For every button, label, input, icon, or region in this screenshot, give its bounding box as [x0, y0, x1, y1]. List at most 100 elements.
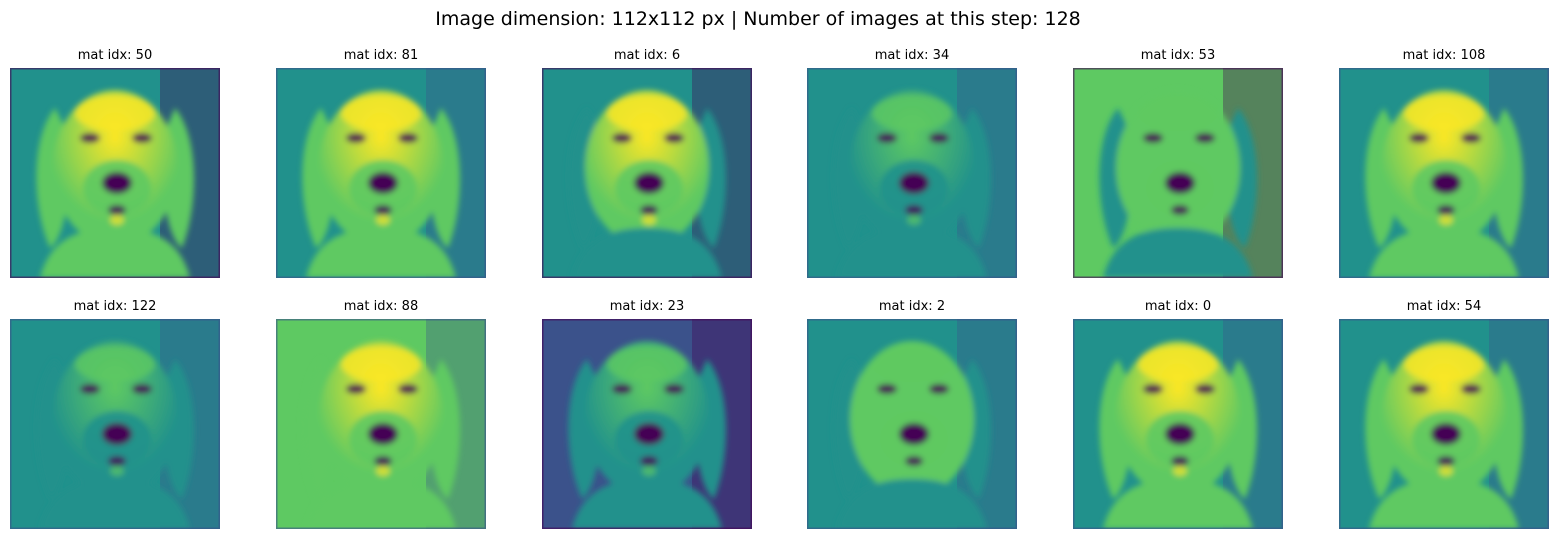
right-eye	[1195, 133, 1215, 143]
nose	[1431, 172, 1461, 194]
mouth	[374, 205, 392, 215]
nose	[1165, 423, 1195, 445]
feature-map-panel: mat idx: 88	[276, 299, 486, 529]
right-eye	[132, 384, 152, 394]
right-eye	[664, 133, 684, 143]
left-eye	[80, 133, 100, 143]
tongue	[110, 466, 124, 476]
feature-map-image	[542, 319, 752, 529]
left-eye	[346, 133, 366, 143]
left-eye	[346, 384, 366, 394]
nose	[1165, 172, 1195, 194]
tongue	[1439, 466, 1453, 476]
panel-label: mat idx: 122	[73, 299, 157, 314]
forehead	[1138, 95, 1218, 131]
right-eye	[1461, 384, 1481, 394]
panel-label: mat idx: 34	[874, 48, 950, 63]
nose	[368, 423, 398, 445]
feature-map-panel: mat idx: 34	[807, 48, 1017, 278]
feature-map-image	[542, 68, 752, 278]
tongue	[1439, 215, 1453, 225]
panel-label: mat idx: 53	[1140, 48, 1216, 63]
feature-map-panel: mat idx: 0	[1073, 299, 1283, 529]
right-eye	[929, 384, 949, 394]
tongue	[1173, 466, 1187, 476]
right-eye	[929, 133, 949, 143]
feature-map-panel: mat idx: 2	[807, 299, 1017, 529]
tongue	[907, 215, 921, 225]
mouth	[108, 205, 126, 215]
figure-title: Image dimension: 112x112 px | Number of …	[435, 8, 1081, 30]
tongue	[642, 215, 656, 225]
nose	[634, 172, 664, 194]
right-eye	[398, 384, 418, 394]
feature-map-panel: mat idx: 122	[10, 299, 220, 529]
feature-map-panel: mat idx: 108	[1339, 48, 1549, 278]
panel-label: mat idx: 6	[613, 48, 681, 63]
right-eye	[1461, 133, 1481, 143]
feature-map-image	[1073, 68, 1283, 278]
forehead	[872, 95, 952, 131]
panel-label: mat idx: 50	[77, 48, 153, 63]
panel-label: mat idx: 0	[1144, 299, 1212, 314]
left-eye	[1409, 384, 1429, 394]
forehead	[1404, 95, 1484, 131]
mouth	[1171, 205, 1189, 215]
nose	[899, 423, 929, 445]
feature-map-image	[1073, 319, 1283, 529]
nose	[634, 423, 664, 445]
left-eye	[1409, 133, 1429, 143]
nose	[102, 172, 132, 194]
forehead	[1404, 346, 1484, 382]
nose	[1431, 423, 1461, 445]
left-eye	[80, 384, 100, 394]
mouth	[374, 456, 392, 466]
mouth	[1437, 205, 1455, 215]
feature-map-image	[807, 68, 1017, 278]
mouth	[905, 456, 923, 466]
mouth	[640, 456, 658, 466]
tongue	[376, 215, 390, 225]
panel-label: mat idx: 81	[343, 48, 419, 63]
feature-map-image	[10, 68, 220, 278]
mouth	[640, 205, 658, 215]
mouth	[905, 205, 923, 215]
feature-map-image	[1339, 319, 1549, 529]
feature-map-panel: mat idx: 50	[10, 48, 220, 278]
forehead	[607, 346, 687, 382]
forehead	[607, 95, 687, 131]
right-eye	[664, 384, 684, 394]
feature-map-image	[1339, 68, 1549, 278]
feature-map-panel: mat idx: 23	[542, 299, 752, 529]
feature-map-image	[807, 319, 1017, 529]
tongue	[907, 466, 921, 476]
left-eye	[612, 133, 632, 143]
tongue	[642, 466, 656, 476]
feature-map-panel: mat idx: 53	[1073, 48, 1283, 278]
feature-map-image	[276, 319, 486, 529]
right-eye	[398, 133, 418, 143]
right-eye	[132, 133, 152, 143]
left-eye	[877, 133, 897, 143]
left-eye	[877, 384, 897, 394]
panel-label: mat idx: 2	[878, 299, 946, 314]
forehead	[1138, 346, 1218, 382]
feature-map-panel: mat idx: 6	[542, 48, 752, 278]
mouth	[1171, 456, 1189, 466]
feature-map-panel: mat idx: 54	[1339, 299, 1549, 529]
panel-label: mat idx: 23	[609, 299, 685, 314]
nose	[102, 423, 132, 445]
feature-map-image	[10, 319, 220, 529]
forehead	[341, 95, 421, 131]
left-eye	[1143, 384, 1163, 394]
right-eye	[1195, 384, 1215, 394]
forehead	[75, 95, 155, 131]
forehead	[75, 346, 155, 382]
panel-label: mat idx: 54	[1406, 299, 1482, 314]
panel-label: mat idx: 108	[1402, 48, 1486, 63]
tongue	[376, 466, 390, 476]
mouth	[1437, 456, 1455, 466]
tongue	[110, 215, 124, 225]
left-eye	[1143, 133, 1163, 143]
forehead	[872, 346, 952, 382]
